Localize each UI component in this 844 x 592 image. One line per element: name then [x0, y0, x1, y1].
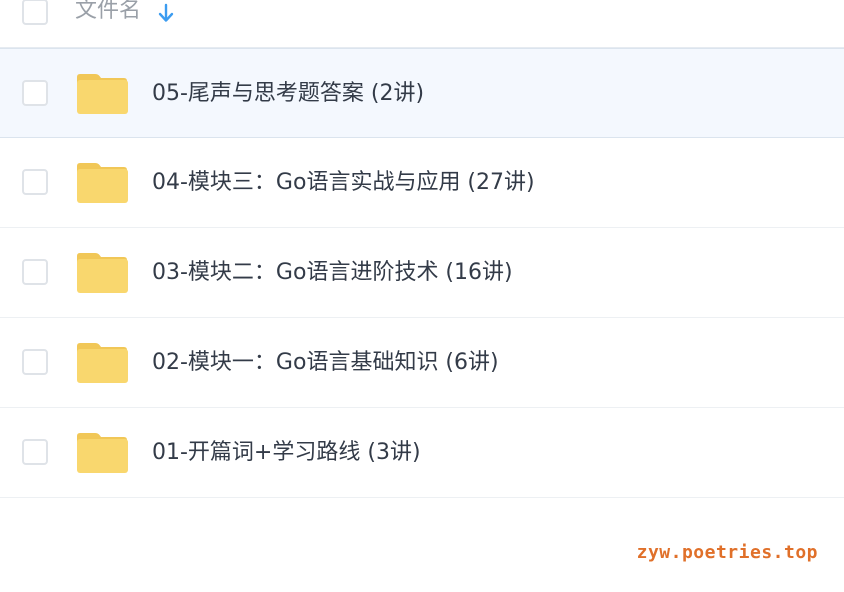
folder-icon — [77, 253, 128, 293]
row-checkbox[interactable] — [22, 439, 48, 465]
folder-icon — [77, 163, 128, 203]
folder-name[interactable]: 04-模块三：Go语言实战与应用 (27讲) — [152, 167, 535, 199]
folder-icon — [77, 343, 128, 383]
row-checkbox[interactable] — [22, 259, 48, 285]
row-checkbox[interactable] — [22, 169, 48, 195]
row-checkbox[interactable] — [22, 349, 48, 375]
folder-name[interactable]: 02-模块一：Go语言基础知识 (6讲) — [152, 347, 499, 379]
folder-icon — [77, 433, 128, 473]
file-list: 05-尾声与思考题答案 (2讲) 04-模块三：Go语言实战与应用 (27讲) … — [0, 48, 844, 498]
file-row[interactable]: 04-模块三：Go语言实战与应用 (27讲) — [0, 138, 844, 228]
folder-name[interactable]: 05-尾声与思考题答案 (2讲) — [152, 78, 424, 110]
folder-name[interactable]: 01-开篇词+学习路线 (3讲) — [152, 437, 421, 469]
file-list-header: 文件名 — [0, 0, 844, 48]
file-row[interactable]: 01-开篇词+学习路线 (3讲) — [0, 408, 844, 498]
row-checkbox[interactable] — [22, 80, 48, 106]
file-row[interactable]: 02-模块一：Go语言基础知识 (6讲) — [0, 318, 844, 408]
select-all-checkbox[interactable] — [22, 0, 48, 25]
watermark-text: zyw.poetries.top — [636, 542, 818, 563]
arrow-down-icon[interactable] — [156, 2, 176, 24]
column-header-filename[interactable]: 文件名 — [75, 0, 141, 26]
file-row[interactable]: 05-尾声与思考题答案 (2讲) — [0, 48, 844, 138]
folder-icon — [77, 74, 128, 114]
folder-name[interactable]: 03-模块二：Go语言进阶技术 (16讲) — [152, 257, 513, 289]
file-row[interactable]: 03-模块二：Go语言进阶技术 (16讲) — [0, 228, 844, 318]
file-list-page: 文件名 05-尾声与思考题答案 (2讲) 04-模块三：Go语言实战与应用 (2… — [0, 0, 844, 592]
